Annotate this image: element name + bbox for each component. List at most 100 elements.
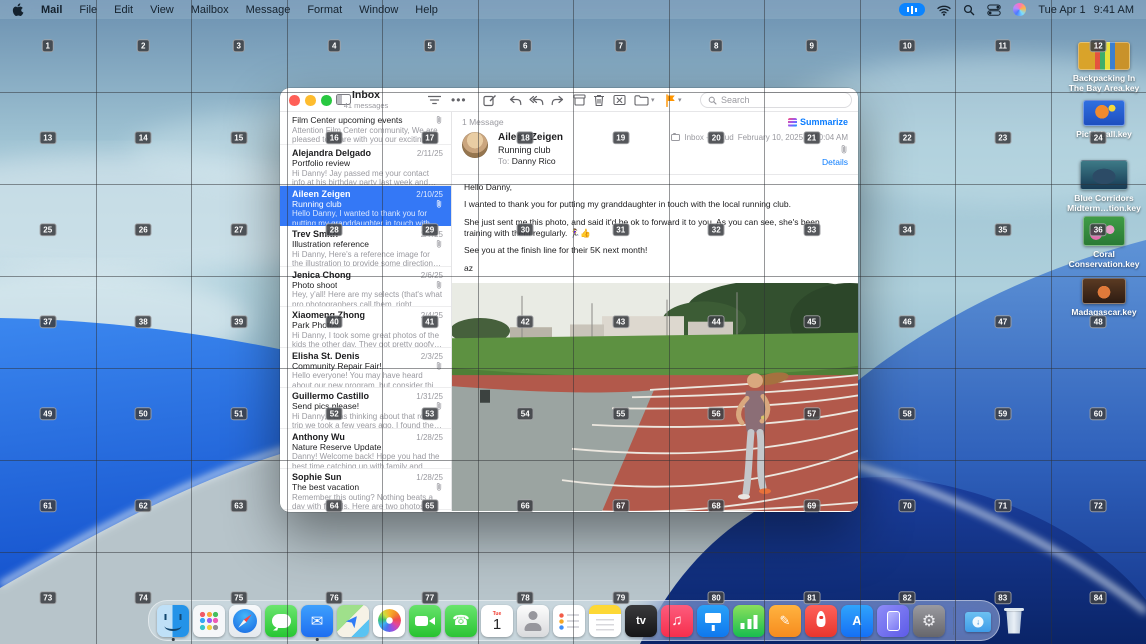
dock-numbers-icon[interactable] (733, 605, 765, 637)
menu-window[interactable]: Window (359, 4, 398, 16)
menu-view[interactable]: View (150, 4, 174, 16)
safari-app-icon (229, 605, 261, 637)
siri-icon[interactable] (1013, 3, 1026, 16)
details-link[interactable]: Details (671, 157, 848, 167)
spotlight-icon[interactable] (963, 4, 975, 16)
reply-all-icon[interactable] (529, 92, 544, 108)
now-playing-pill[interactable] (899, 3, 925, 16)
recipient-name: Danny Rico (512, 156, 556, 166)
date: 2/7/25 (421, 230, 443, 239)
menu-edit[interactable]: Edit (114, 4, 133, 16)
message-count: 1 Message (462, 117, 504, 127)
attachment-photo[interactable] (452, 283, 858, 511)
dock-phone-icon[interactable]: ☎ (445, 605, 477, 637)
dock-pages-icon[interactable]: ✎ (769, 605, 801, 637)
preview: Remember this outing? Nothing beats a da… (292, 493, 443, 510)
desktop-file-madagascar-key[interactable]: Madagascar.key (1066, 278, 1142, 317)
sender-avatar[interactable] (462, 132, 488, 158)
mail-window: Inbox 41 messages ••• (280, 88, 858, 512)
dock-mail-icon[interactable]: ✉ (301, 605, 333, 637)
dock-appstore-icon[interactable]: A (841, 605, 873, 637)
dock-calendar-icon[interactable]: Tue1 (481, 605, 513, 637)
more-button[interactable]: ••• (451, 92, 467, 108)
desktop-file-blue-corridors-midterm-tion-key[interactable]: Blue CorridorsMidterm…tion.key (1066, 160, 1142, 213)
dock-safari-icon[interactable] (229, 605, 261, 637)
menu-bar-date[interactable]: Tue Apr 1 (1038, 4, 1085, 16)
file-label: Pickleball.key (1076, 129, 1132, 139)
date: 2/6/25 (421, 271, 443, 280)
archive-icon[interactable] (573, 92, 586, 108)
reply-icon[interactable] (509, 92, 522, 108)
reminders-app-icon (553, 605, 585, 637)
dock-launchpad-icon[interactable] (193, 605, 225, 637)
preview: Hello Danny, I wanted to thank you for p… (292, 209, 443, 226)
body-paragraph: az (464, 263, 846, 274)
notes-app-icon (589, 605, 621, 637)
message-row[interactable]: Anthony Wu1/28/25Nature Reserve UpdateDa… (280, 429, 451, 470)
junk-icon[interactable] (613, 92, 626, 108)
message-row[interactable]: Trev Smith2/7/25Illustration referenceHi… (280, 226, 451, 267)
window-titlebar: Inbox 41 messages ••• (280, 88, 858, 112)
launchpad-app-icon (193, 605, 225, 637)
dock-photos-icon[interactable] (373, 605, 405, 637)
message-row[interactable]: Sophie Sun1/28/25The best vacationRememb… (280, 469, 451, 510)
wifi-icon[interactable] (937, 4, 951, 16)
attachment-icon (671, 144, 848, 155)
dock-tv-icon[interactable]: tv (625, 605, 657, 637)
subject: Send pics please! (292, 401, 359, 411)
message-row[interactable]: Film Center upcoming eventsAttention Fil… (280, 112, 451, 145)
message-row[interactable]: Xiaomeng Zhong2/4/25Park PhotosHi Danny,… (280, 307, 451, 348)
dock-rocket-icon[interactable] (805, 605, 837, 637)
flag-button[interactable]: ▾ (665, 92, 682, 108)
dock-reminders-icon[interactable] (553, 605, 585, 637)
message-row[interactable]: Jenica Chong2/6/25Photo shootHey, y'all!… (280, 267, 451, 308)
menu-mailbox[interactable]: Mailbox (191, 4, 229, 16)
menu-bar-time[interactable]: 9:41 AM (1094, 4, 1134, 16)
message-row[interactable]: Elisha St. Denis2/3/25Community Repair F… (280, 348, 451, 389)
dock-music-icon[interactable]: ♫ (661, 605, 693, 637)
appstore-app-icon: A (841, 605, 873, 637)
attachment-icon (435, 361, 443, 371)
dock-facetime-icon[interactable] (409, 605, 441, 637)
move-to-folder-button[interactable]: ▾ (634, 92, 655, 108)
mailbox-count: 41 messages (280, 102, 452, 110)
dock-iphone-icon[interactable] (877, 605, 909, 637)
filter-button[interactable] (428, 92, 441, 108)
menu-mail[interactable]: Mail (41, 4, 62, 16)
dock-settings-icon[interactable]: ⚙ (913, 605, 945, 637)
search-placeholder: Search (721, 95, 750, 105)
message-row[interactable]: Aileen Zeigen2/10/25Running clubHello Da… (280, 186, 451, 227)
dock-contacts-icon[interactable] (517, 605, 549, 637)
dock-keynote-icon[interactable] (697, 605, 729, 637)
file-thumbnail (1083, 216, 1125, 246)
dock-trash-icon[interactable] (998, 605, 1030, 637)
desktop-file-coral-conservation-key[interactable]: CoralConservation.key (1066, 216, 1142, 269)
dock-messages-icon[interactable] (265, 605, 297, 637)
summarize-button[interactable]: Summarize (788, 117, 848, 127)
compose-button[interactable] (483, 92, 497, 108)
dock-downloads-icon[interactable] (962, 605, 994, 637)
control-center-icon[interactable] (987, 4, 1001, 16)
menu-file[interactable]: File (79, 4, 97, 16)
body-paragraph: She just sent me this photo, and said it… (464, 217, 846, 238)
file-thumbnail (1082, 278, 1126, 304)
date: 2/10/25 (416, 190, 443, 199)
menu-help[interactable]: Help (415, 4, 438, 16)
dock-maps-icon[interactable] (337, 605, 369, 637)
message-row[interactable]: Alejandra Delgado2/11/25Portfolio review… (280, 145, 451, 186)
file-label: Blue CorridorsMidterm…tion.key (1067, 193, 1141, 213)
subject: Running club (292, 199, 342, 209)
menu-message[interactable]: Message (246, 4, 291, 16)
desktop-file-pickleball-key[interactable]: Pickleball.key (1066, 100, 1142, 139)
search-field[interactable]: Search (700, 92, 852, 108)
message-row[interactable]: Guillermo Castillo1/31/25Send pics pleas… (280, 388, 451, 429)
dock-finder-icon[interactable] (157, 605, 189, 637)
menu-format[interactable]: Format (307, 4, 342, 16)
trash-icon[interactable] (593, 92, 605, 108)
desktop-file-backpacking-in-the-bay-area-key[interactable]: Backpacking InThe Bay Area.key (1066, 42, 1142, 93)
pages-app-icon: ✎ (769, 605, 801, 637)
body-paragraph: Hello Danny, (464, 182, 846, 193)
dock-notes-icon[interactable] (589, 605, 621, 637)
forward-icon[interactable] (551, 92, 564, 108)
apple-menu[interactable] (12, 3, 24, 17)
